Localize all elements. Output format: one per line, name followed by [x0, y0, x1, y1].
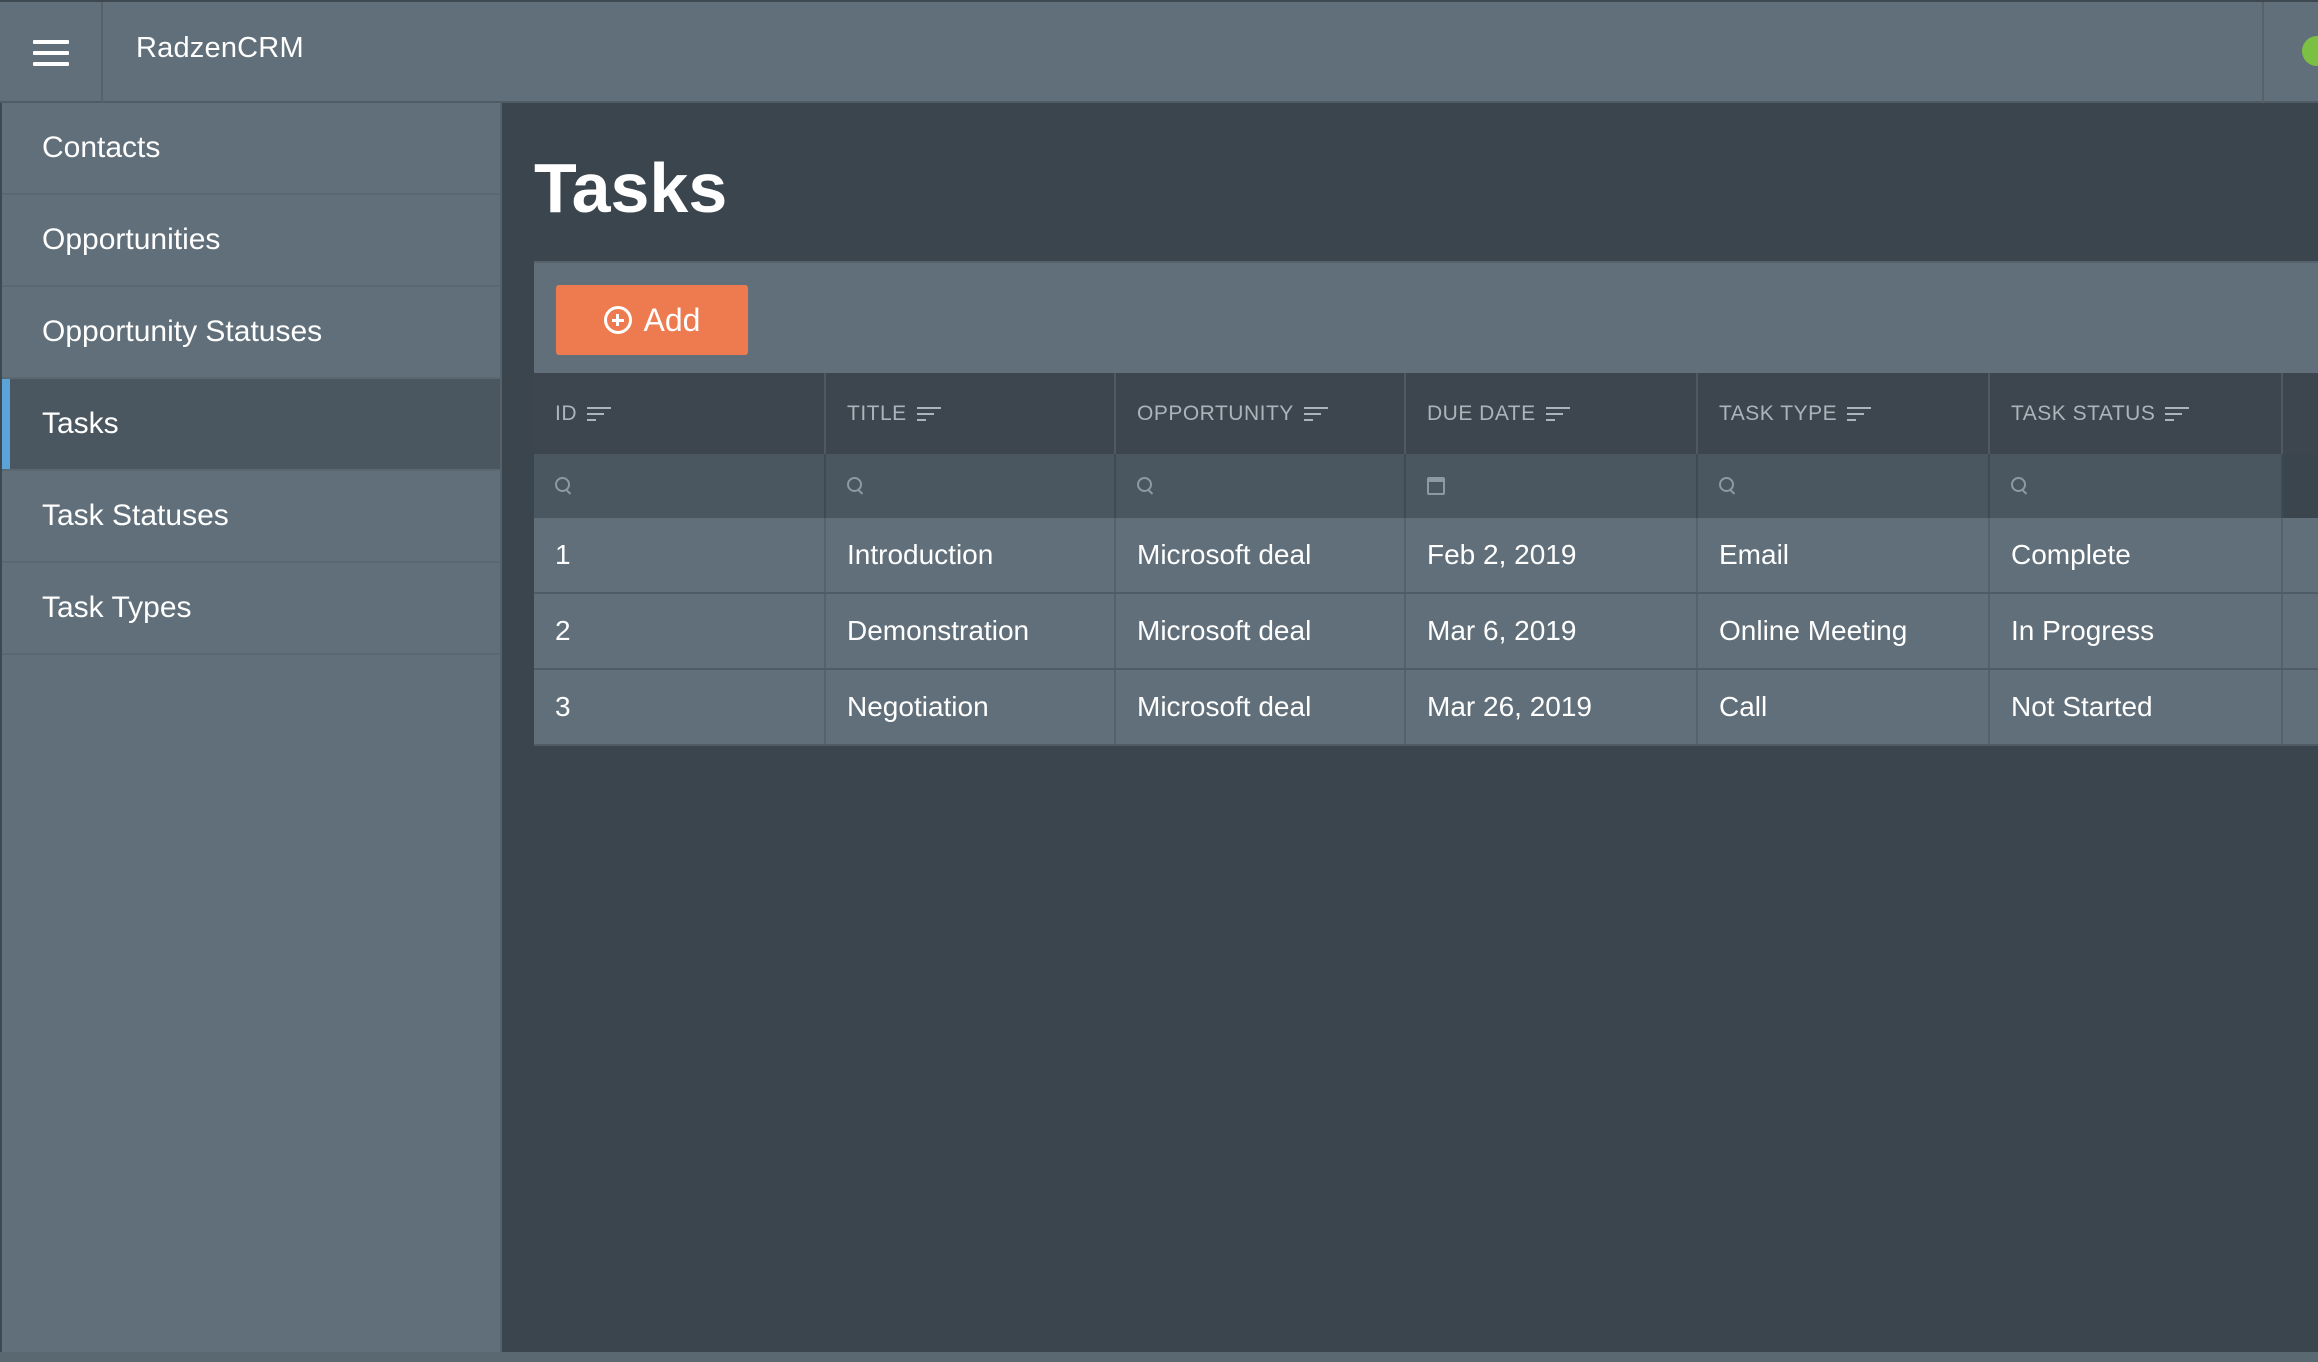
cell-task-type: Email	[1698, 518, 1990, 592]
sort-icon[interactable]	[1304, 407, 1328, 421]
sort-icon[interactable]	[1847, 407, 1871, 421]
cell-spacer	[2283, 518, 2318, 592]
sidebar: Contacts Opportunities Opportunity Statu…	[0, 103, 502, 1352]
grid-filter-row	[534, 454, 2318, 518]
sidebar-item-label: Opportunities	[42, 223, 220, 257]
column-header-label: ID	[555, 402, 577, 426]
cell-id: 3	[534, 670, 826, 744]
column-header-label: TITLE	[847, 402, 907, 426]
app-root: RadzenCRM Contacts Opportunities Opportu…	[0, 0, 2318, 1362]
search-icon	[2011, 477, 2029, 495]
sidebar-item-task-types[interactable]: Task Types	[2, 563, 500, 655]
cell-title: Negotiation	[826, 670, 1116, 744]
column-header-label: OPPORTUNITY	[1137, 402, 1294, 426]
cell-opportunity: Microsoft deal	[1116, 518, 1406, 592]
search-icon	[555, 477, 573, 495]
cell-due-date: Mar 6, 2019	[1406, 594, 1698, 668]
search-icon	[1719, 477, 1737, 495]
search-icon	[1137, 477, 1155, 495]
sidebar-item-task-statuses[interactable]: Task Statuses	[2, 471, 500, 563]
plus-circle-icon	[604, 306, 632, 334]
cell-opportunity: Microsoft deal	[1116, 594, 1406, 668]
column-header-due-date[interactable]: DUE DATE	[1406, 373, 1698, 454]
sidebar-item-tasks[interactable]: Tasks	[2, 379, 500, 471]
profile-avatar[interactable]	[2302, 36, 2318, 66]
cell-id: 1	[534, 518, 826, 592]
cell-task-status: Not Started	[1990, 670, 2283, 744]
menu-toggle-button[interactable]	[0, 2, 103, 103]
sidebar-item-opportunity-statuses[interactable]: Opportunity Statuses	[2, 287, 500, 379]
column-header-id[interactable]: ID	[534, 373, 826, 454]
column-header-spacer	[2283, 373, 2318, 454]
add-button-label: Add	[644, 302, 701, 339]
filter-input-title[interactable]	[826, 454, 1116, 518]
page-title: Tasks	[534, 148, 727, 228]
app-title: RadzenCRM	[136, 32, 304, 65]
sidebar-item-label: Task Types	[42, 591, 192, 625]
tasks-grid: ID TITLE OPPORTUNITY DUE DATE TASK TYPE …	[534, 373, 2318, 746]
sidebar-item-label: Contacts	[42, 131, 160, 165]
grid-header-row: ID TITLE OPPORTUNITY DUE DATE TASK TYPE …	[534, 373, 2318, 454]
cell-due-date: Feb 2, 2019	[1406, 518, 1698, 592]
sidebar-item-contacts[interactable]: Contacts	[2, 103, 500, 195]
top-header: RadzenCRM	[0, 0, 2318, 103]
column-header-task-type[interactable]: TASK TYPE	[1698, 373, 1990, 454]
column-header-label: TASK TYPE	[1719, 402, 1837, 426]
cell-spacer	[2283, 594, 2318, 668]
cell-id: 2	[534, 594, 826, 668]
filter-input-task-type[interactable]	[1698, 454, 1990, 518]
cell-task-type: Online Meeting	[1698, 594, 1990, 668]
table-row[interactable]: 3 Negotiation Microsoft deal Mar 26, 201…	[534, 670, 2318, 746]
sidebar-item-label: Task Statuses	[42, 499, 229, 533]
column-header-label: DUE DATE	[1427, 402, 1536, 426]
cell-task-status: Complete	[1990, 518, 2283, 592]
cell-due-date: Mar 26, 2019	[1406, 670, 1698, 744]
filter-input-due-date[interactable]	[1406, 454, 1698, 518]
sort-icon[interactable]	[917, 407, 941, 421]
column-header-opportunity[interactable]: OPPORTUNITY	[1116, 373, 1406, 454]
sort-icon[interactable]	[587, 407, 611, 421]
hamburger-icon	[33, 40, 69, 66]
sort-icon[interactable]	[2165, 407, 2189, 421]
column-header-title[interactable]: TITLE	[826, 373, 1116, 454]
calendar-icon[interactable]	[1427, 477, 1445, 495]
filter-input-task-status[interactable]	[1990, 454, 2283, 518]
bottom-border	[0, 1352, 2318, 1362]
cell-task-type: Call	[1698, 670, 1990, 744]
cell-spacer	[2283, 670, 2318, 744]
search-icon	[847, 477, 865, 495]
sidebar-item-label: Opportunity Statuses	[42, 315, 322, 349]
filter-input-id[interactable]	[534, 454, 826, 518]
sidebar-item-opportunities[interactable]: Opportunities	[2, 195, 500, 287]
cell-title: Introduction	[826, 518, 1116, 592]
cell-task-status: In Progress	[1990, 594, 2283, 668]
table-row[interactable]: 1 Introduction Microsoft deal Feb 2, 201…	[534, 518, 2318, 594]
cell-opportunity: Microsoft deal	[1116, 670, 1406, 744]
add-button[interactable]: Add	[556, 285, 748, 355]
filter-input-opportunity[interactable]	[1116, 454, 1406, 518]
column-header-label: TASK STATUS	[2011, 402, 2155, 426]
sidebar-item-label: Tasks	[42, 407, 119, 441]
table-row[interactable]: 2 Demonstration Microsoft deal Mar 6, 20…	[534, 594, 2318, 670]
sort-icon[interactable]	[1546, 407, 1570, 421]
column-header-task-status[interactable]: TASK STATUS	[1990, 373, 2283, 454]
filter-spacer	[2283, 454, 2318, 518]
grid-toolbar: Add	[534, 261, 2318, 373]
cell-title: Demonstration	[826, 594, 1116, 668]
header-divider	[2262, 2, 2264, 103]
